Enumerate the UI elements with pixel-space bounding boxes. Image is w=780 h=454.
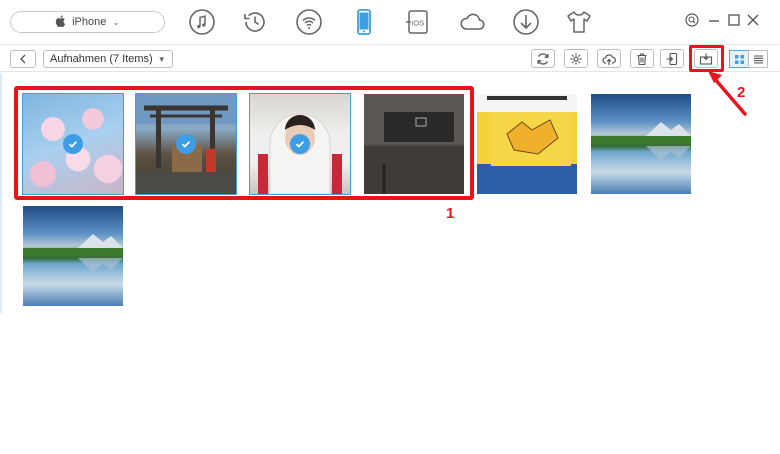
sidebar-edge xyxy=(0,73,2,313)
minimize-icon[interactable] xyxy=(706,12,722,28)
refresh-icon xyxy=(537,52,549,65)
photo-grid: 1 xyxy=(0,73,780,454)
wifi-icon[interactable] xyxy=(293,6,325,38)
selection-highlight xyxy=(14,86,474,200)
device-name: iPhone xyxy=(72,16,107,28)
settings-icon xyxy=(570,53,582,64)
ios-label: iOS xyxy=(412,19,425,28)
cloud-icon[interactable] xyxy=(456,6,488,38)
upload-icon xyxy=(602,53,616,65)
chevron-left-icon xyxy=(20,54,26,64)
music-icon[interactable] xyxy=(186,6,218,38)
album-dropdown[interactable]: Aufnahmen (7 Items) ▼ xyxy=(43,50,173,68)
photo-thumbnail[interactable] xyxy=(23,206,123,306)
lake-picture xyxy=(23,234,123,272)
history-icon[interactable] xyxy=(239,6,271,38)
shirt-icon[interactable] xyxy=(563,6,595,38)
chevron-down-icon: ⌄ xyxy=(112,16,120,27)
back-button[interactable] xyxy=(10,50,36,68)
photo-thumbnail[interactable] xyxy=(477,94,577,194)
lake-picture xyxy=(591,122,691,160)
device-selector[interactable]: iPhone ⌄ xyxy=(10,11,165,33)
delete-button[interactable] xyxy=(630,49,654,68)
upload-button[interactable] xyxy=(597,49,621,68)
toolbar: Aufnahmen (7 Items) ▼ xyxy=(0,44,780,72)
red-arrow-annotation xyxy=(708,71,747,116)
photo-thumbnail[interactable] xyxy=(591,94,691,194)
phone-icon[interactable] xyxy=(348,6,380,38)
top-bar: iPhone ⌄ iOS xyxy=(0,0,780,44)
download-icon[interactable] xyxy=(510,6,542,38)
settings-button[interactable] xyxy=(564,49,588,68)
manga-picture xyxy=(477,94,577,194)
close-icon[interactable] xyxy=(745,12,761,28)
delete-icon xyxy=(637,52,647,65)
export-to-device-button[interactable] xyxy=(660,49,684,68)
grid-view-icon xyxy=(734,54,744,64)
search-icon[interactable] xyxy=(684,12,700,28)
maximize-icon[interactable] xyxy=(726,12,742,28)
step-1-label: 1 xyxy=(446,205,455,222)
chevron-down-icon: ▼ xyxy=(157,54,166,64)
list-view-icon xyxy=(753,54,763,64)
refresh-button[interactable] xyxy=(531,49,555,68)
apple-icon xyxy=(55,14,66,30)
export-to-device-icon xyxy=(666,52,678,65)
album-label: Aufnahmen (7 Items) xyxy=(50,53,153,65)
ios-transfer-icon[interactable]: iOS xyxy=(402,6,434,38)
step-2-label: 2 xyxy=(737,84,746,101)
